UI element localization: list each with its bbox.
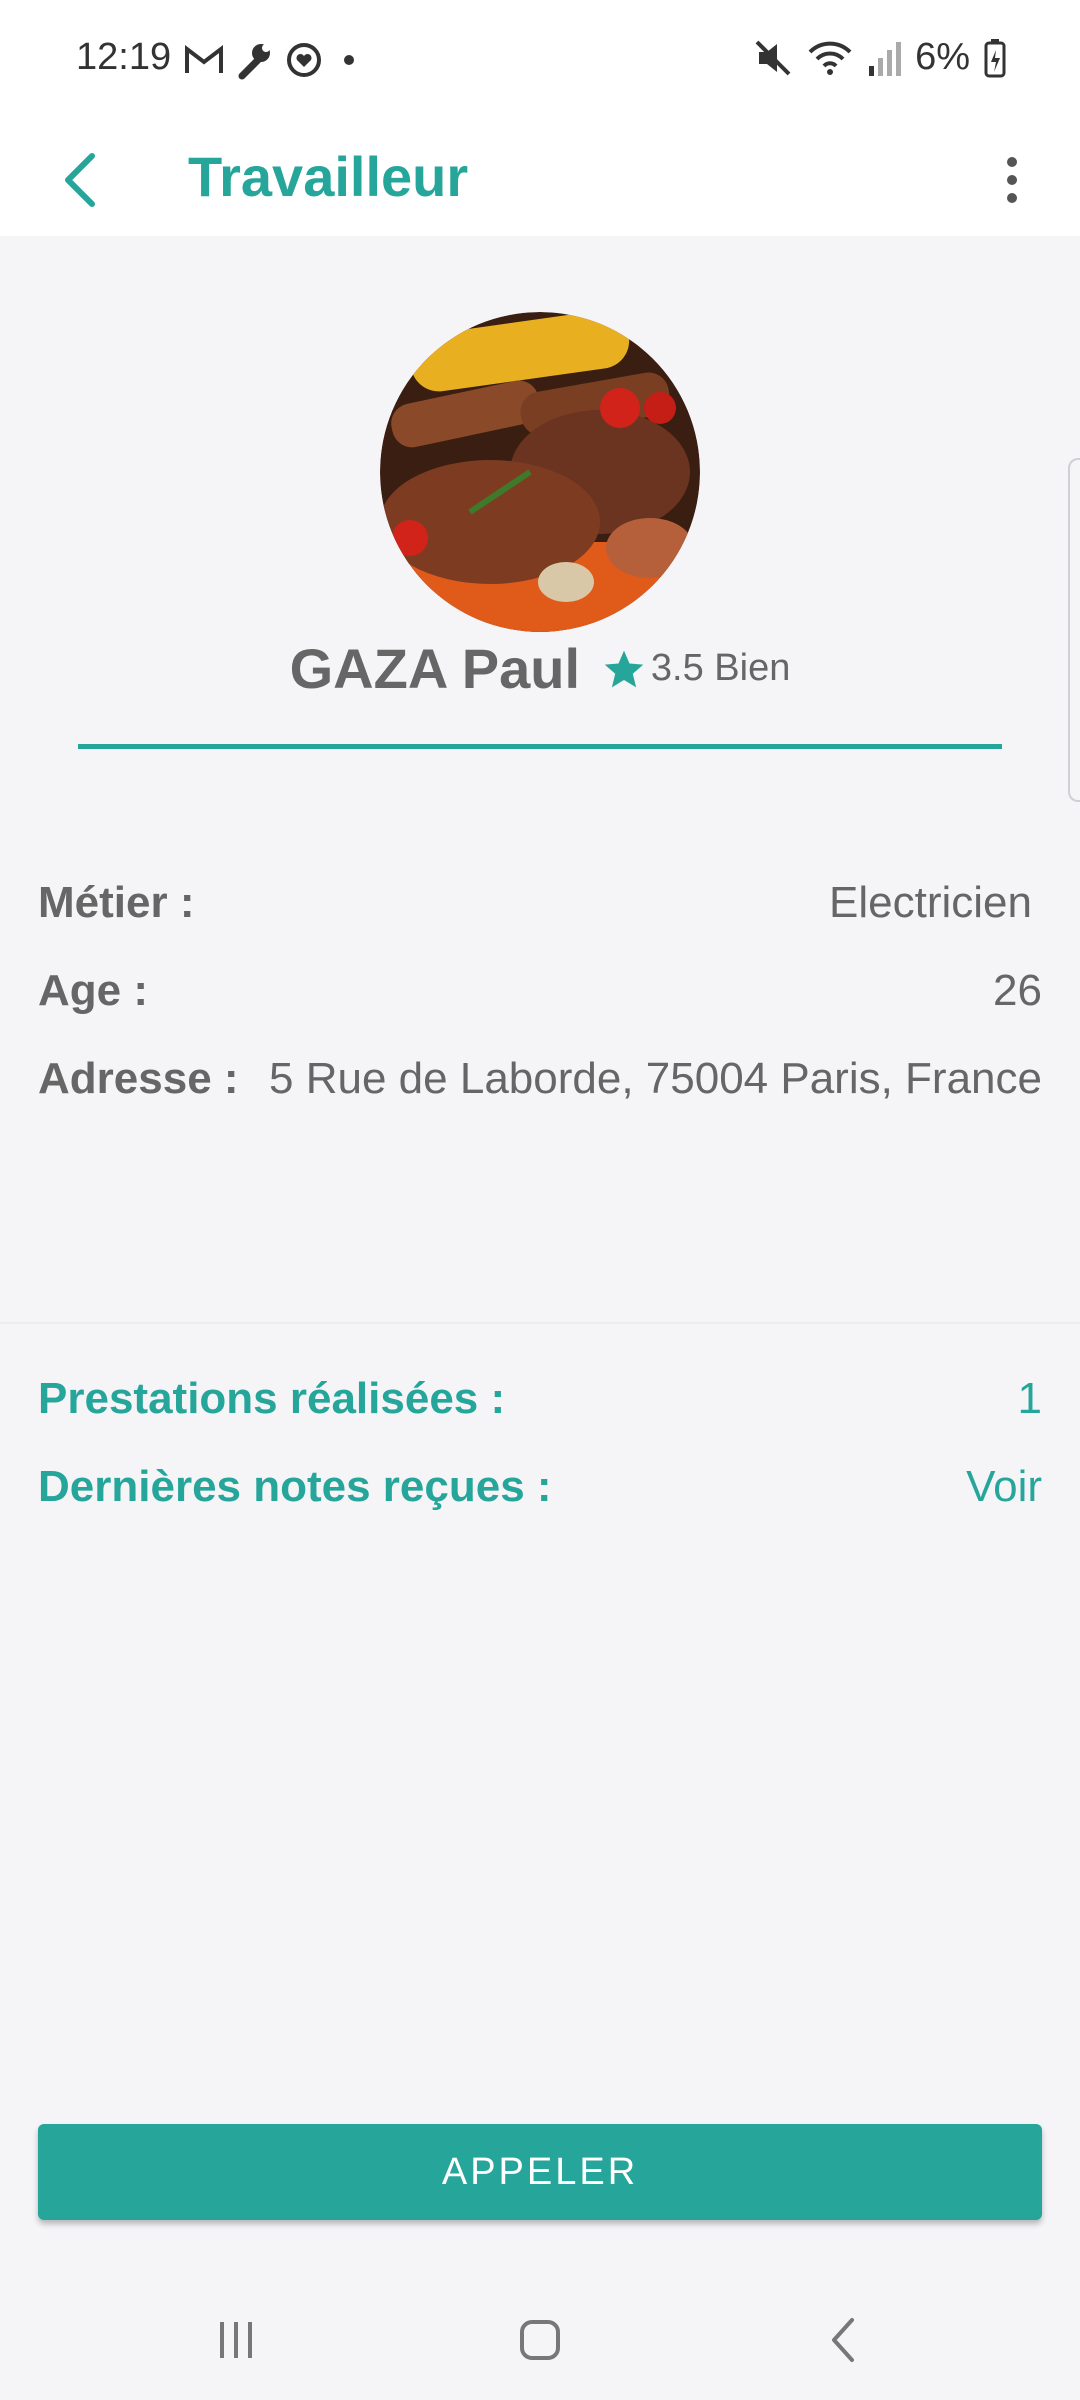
call-button[interactable]: APPELER (38, 2124, 1042, 2220)
age-value: 26 (993, 966, 1042, 1015)
recent-apps-icon[interactable] (206, 2310, 266, 2370)
home-icon[interactable] (510, 2310, 570, 2370)
worker-name: GAZA Paul (289, 637, 581, 700)
notes-row: Dernières notes reçues : Voir (38, 1462, 1042, 1522)
profile-header: GAZA Paul 3.5 Bien (0, 636, 1080, 701)
mute-icon (755, 40, 791, 75)
battery-percent: 6% (915, 36, 970, 78)
status-left-icons (184, 40, 364, 80)
dot-icon (344, 55, 354, 65)
age-row: Age : 26 (38, 966, 1042, 1026)
wrench-icon (238, 44, 270, 80)
app-bar: Travailleur (0, 120, 1080, 236)
back-icon[interactable] (814, 2310, 874, 2370)
status-time: 12:19 (76, 36, 172, 78)
signal-icon (869, 41, 902, 76)
health-icon (287, 43, 321, 77)
wifi-icon (808, 41, 852, 75)
prestations-label: Prestations réalisées : (38, 1374, 506, 1423)
star-icon (605, 650, 644, 687)
adresse-row: Adresse : 5 Rue de Laborde, 75004 Paris,… (38, 1054, 1042, 1114)
gmail-icon (185, 44, 223, 73)
page-title: Travailleur (188, 145, 469, 208)
metier-row: Métier : Electricien (38, 878, 1042, 938)
prestations-value: 1 (1017, 1374, 1042, 1423)
age-label: Age : (38, 966, 148, 1015)
metier-label: Métier : (38, 878, 195, 927)
adresse-label: Adresse : (38, 1054, 239, 1103)
profile-avatar (380, 312, 700, 632)
prestations-row: Prestations réalisées : 1 (38, 1374, 1042, 1434)
edge-panel-handle[interactable] (1068, 458, 1080, 802)
notes-label: Dernières notes reçues : (38, 1462, 552, 1511)
status-bar: 12:19 6% (0, 0, 1080, 120)
notes-view-link[interactable]: Voir (966, 1462, 1042, 1512)
worker-rating: 3.5 Bien (650, 647, 791, 689)
more-options-icon[interactable] (992, 140, 1032, 220)
header-divider (78, 744, 1002, 749)
system-nav-bar (0, 2280, 1080, 2400)
metier-value: Electricien (829, 878, 1032, 927)
adresse-value: 5 Rue de Laborde, 75004 Paris, France (269, 1054, 1042, 1103)
status-right-icons: 6% (753, 36, 1006, 79)
battery-icon (984, 38, 1006, 77)
back-arrow-icon[interactable] (50, 140, 110, 220)
section-separator (0, 1322, 1080, 1324)
